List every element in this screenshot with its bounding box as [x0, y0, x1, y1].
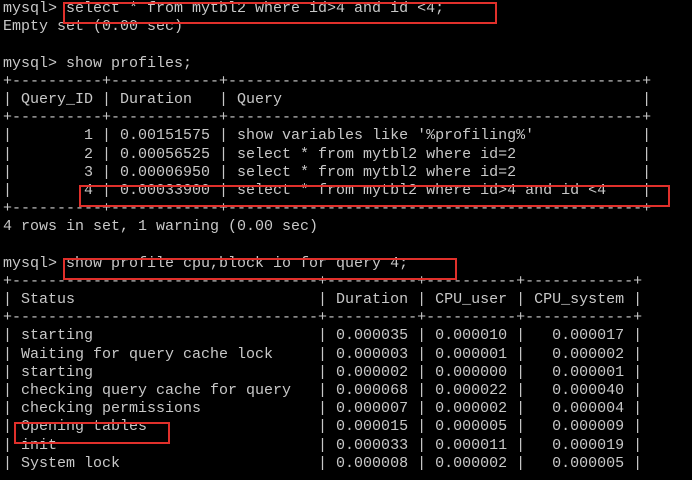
- table-row: | System lock | 0.000008 | 0.000002 | 0.…: [3, 454, 643, 472]
- table-row: | 4 | 0.00033900 | select * from mytbl2 …: [3, 181, 652, 199]
- table-border: +----------+------------+---------------…: [3, 72, 652, 90]
- result-message: Empty set (0.00 sec): [3, 18, 184, 36]
- prompt-line: mysql> show profile cpu,block io for que…: [3, 254, 409, 272]
- table-row: | init | 0.000033 | 0.000011 | 0.000019 …: [3, 436, 643, 454]
- prompt-line: mysql> show profiles;: [3, 54, 193, 72]
- table-row: | checking permissions | 0.000007 | 0.00…: [3, 400, 643, 418]
- table-row: | 3 | 0.00006950 | select * from mytbl2 …: [3, 163, 652, 181]
- terminal-window[interactable]: mysql> select * from mytbl2 where id>4 a…: [0, 0, 692, 480]
- table-row: | checking query cache for query | 0.000…: [3, 381, 643, 399]
- table-row: | starting | 0.000035 | 0.000010 | 0.000…: [3, 327, 643, 345]
- table-header: | Status | Duration | CPU_user | CPU_sys…: [3, 291, 643, 308]
- table-border: +----------------------------------+----…: [3, 309, 643, 327]
- table-row: | starting | 0.000002 | 0.000000 | 0.000…: [3, 363, 643, 381]
- table-row: | Waiting for query cache lock | 0.00000…: [3, 345, 643, 363]
- table-border: +----------------------------------+----…: [3, 272, 643, 290]
- result-message: 4 rows in set, 1 warning (0.00 sec): [3, 218, 319, 236]
- table-row: | Opening tables | 0.000015 | 0.000005 |…: [3, 418, 643, 436]
- table-border: +----------+------------+---------------…: [3, 200, 652, 218]
- table-border: +----------+------------+---------------…: [3, 109, 652, 127]
- prompt-line: mysql> select * from mytbl2 where id>4 a…: [3, 0, 445, 17]
- table-row: | 2 | 0.00056525 | select * from mytbl2 …: [3, 145, 652, 163]
- table-row: | 1 | 0.00151575 | show variables like '…: [3, 127, 652, 145]
- table-header: | Query_ID | Duration | Query |: [3, 90, 652, 108]
